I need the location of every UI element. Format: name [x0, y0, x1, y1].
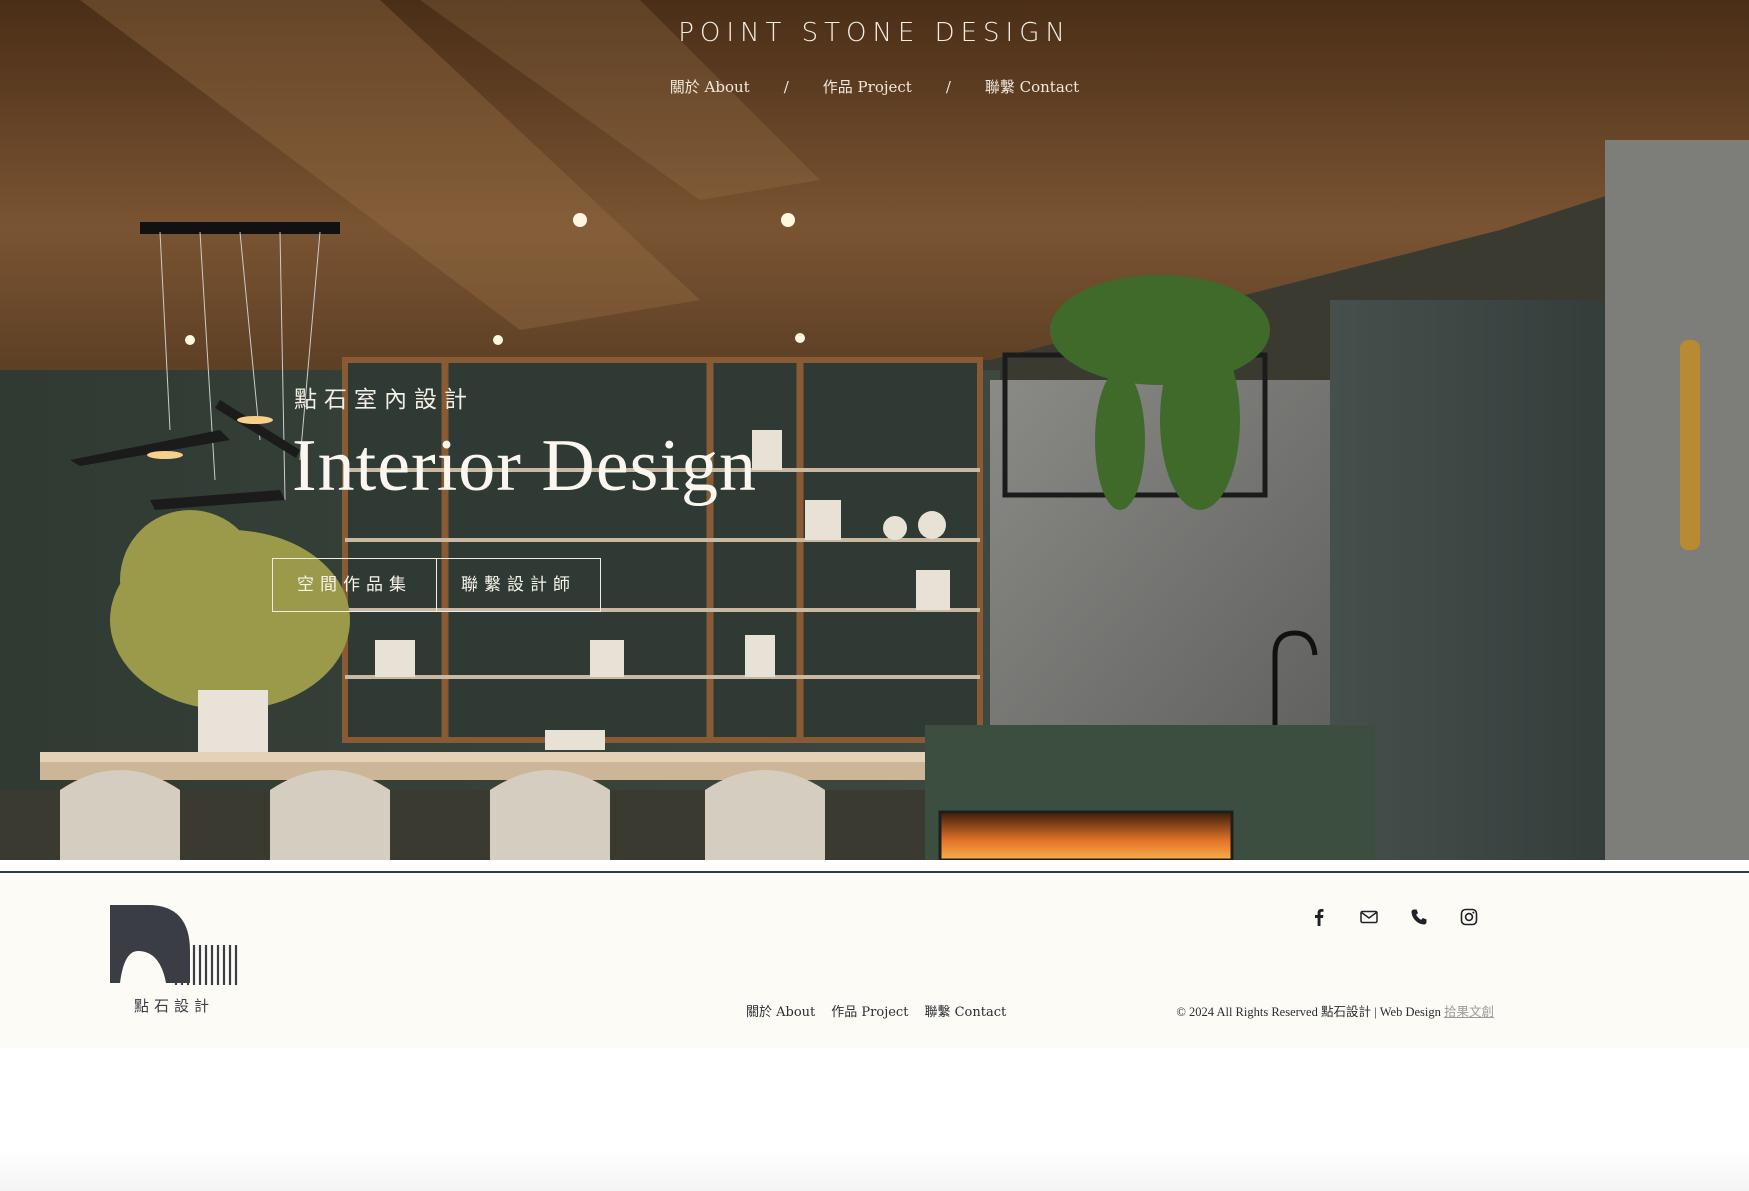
footer-about-link[interactable]: 關於 About	[746, 1001, 815, 1020]
hero-cta-group: 空間作品集 聯繫設計師	[272, 558, 601, 612]
mail-icon[interactable]	[1359, 907, 1379, 927]
nav-contact-link[interactable]: 聯繫 Contact	[977, 76, 1087, 97]
nav-separator: /	[783, 77, 789, 96]
logo-mark-icon	[110, 905, 238, 985]
nav-about-link[interactable]: 關於 About	[662, 76, 758, 97]
portfolio-button[interactable]: 空間作品集	[272, 558, 437, 612]
hero-title: Interior Design	[292, 425, 758, 507]
contact-designer-button[interactable]: 聯繫設計師	[436, 558, 601, 612]
web-design-credit-link[interactable]: 拾果文創	[1444, 1005, 1494, 1019]
nav-separator: /	[945, 77, 951, 96]
footer-navigation: 關於 About 作品 Project 聯繫 Contact	[746, 1001, 1006, 1020]
copyright-label: © 2024 All Rights Reserved 點石設計 | Web De…	[1176, 1005, 1444, 1019]
hero-section: POINT STONE DESIGN 關於 About / 作品 Project…	[0, 0, 1749, 860]
phone-icon[interactable]	[1409, 907, 1429, 927]
copyright-text: © 2024 All Rights Reserved 點石設計 | Web De…	[1176, 1001, 1494, 1020]
top-navigation: 關於 About / 作品 Project / 聯繫 Contact	[0, 76, 1749, 97]
hero-subtitle: 點石室內設計	[294, 387, 474, 413]
footer-logo[interactable]: 點石設計	[110, 905, 238, 1020]
instagram-icon[interactable]	[1459, 907, 1479, 927]
facebook-icon[interactable]	[1309, 907, 1329, 927]
logo-text: 點石設計	[133, 997, 214, 1015]
nav-project-link[interactable]: 作品 Project	[815, 76, 920, 97]
hero-background-image	[0, 0, 1749, 860]
brand-title[interactable]: POINT STONE DESIGN	[0, 18, 1749, 48]
footer-contact-link[interactable]: 聯繫 Contact	[924, 1001, 1006, 1020]
footer-project-link[interactable]: 作品 Project	[831, 1001, 908, 1020]
page-bottom-area	[0, 1150, 1749, 1191]
social-links	[1309, 907, 1479, 927]
site-footer: 點石設計 關於 About 作品 Project 聯繫 Contact © 20…	[0, 871, 1749, 1048]
